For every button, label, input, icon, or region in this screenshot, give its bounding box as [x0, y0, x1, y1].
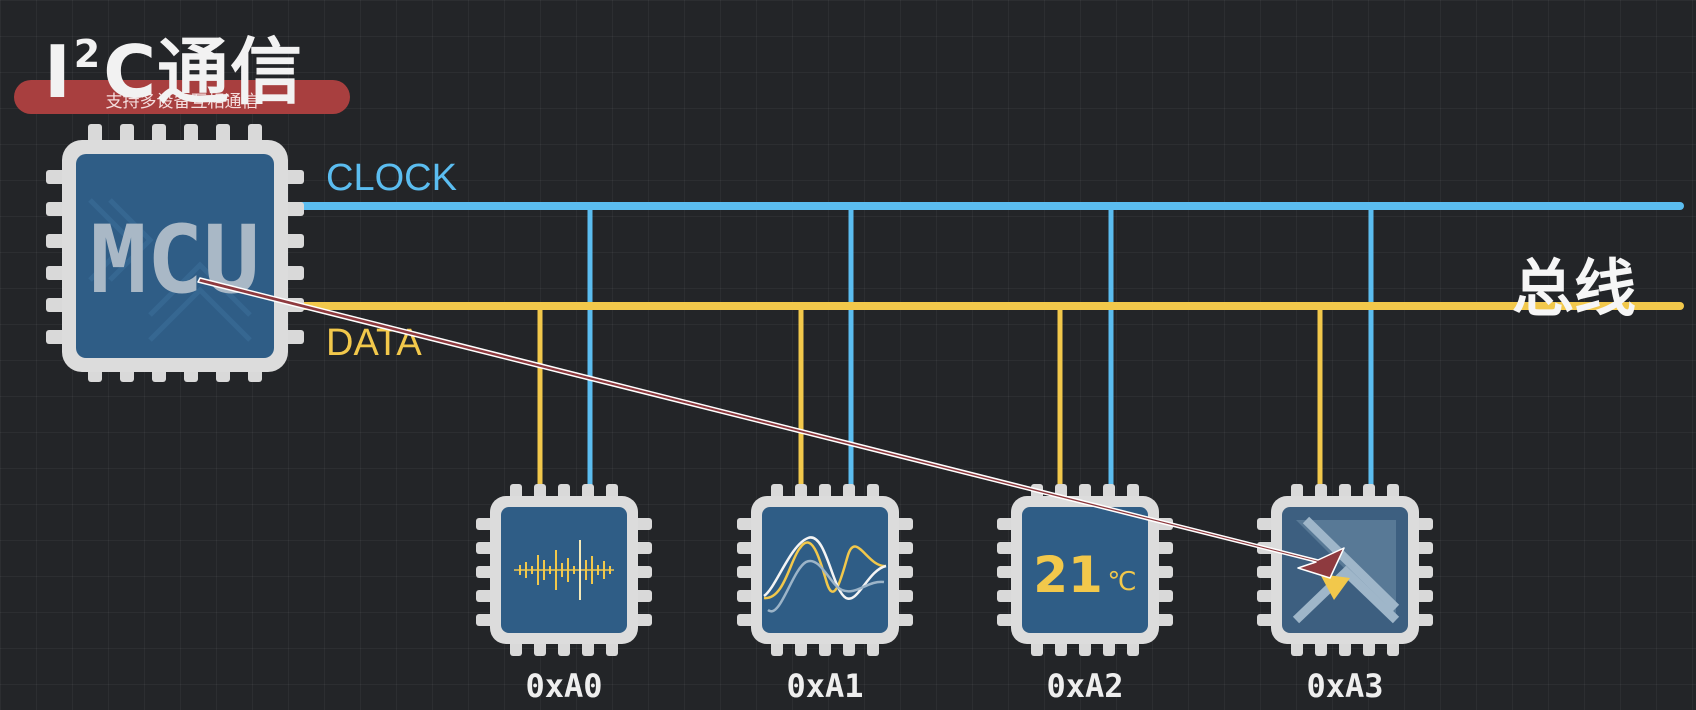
clock-label: CLOCK — [326, 157, 457, 199]
title-suffix: C通信 — [103, 30, 304, 114]
data-label: DATA — [326, 322, 422, 364]
device-address-a3: 0xA3 — [1306, 667, 1383, 705]
title-superscript: 2 — [73, 32, 102, 76]
page-title: I2C通信 — [44, 14, 303, 112]
mcu-label: MCU — [90, 206, 260, 315]
device-address-a0: 0xA0 — [525, 667, 602, 705]
mcu-chip: MCU — [46, 124, 304, 382]
bus-label: 总线 — [1512, 252, 1637, 325]
device-chip-a1 — [737, 484, 913, 656]
temperature-unit: ℃ — [1107, 567, 1136, 597]
device-chip-a2: 21 ℃ — [997, 484, 1173, 656]
device-chip-a3 — [1257, 484, 1433, 656]
temperature-value: 21 — [1033, 546, 1103, 604]
device-chip-a0 — [476, 484, 652, 656]
clock-bus — [292, 202, 1684, 492]
device-address-a2: 0xA2 — [1046, 667, 1123, 705]
device-address-a1: 0xA1 — [786, 667, 863, 705]
title-prefix: I — [44, 30, 72, 114]
data-bus — [292, 302, 1684, 492]
